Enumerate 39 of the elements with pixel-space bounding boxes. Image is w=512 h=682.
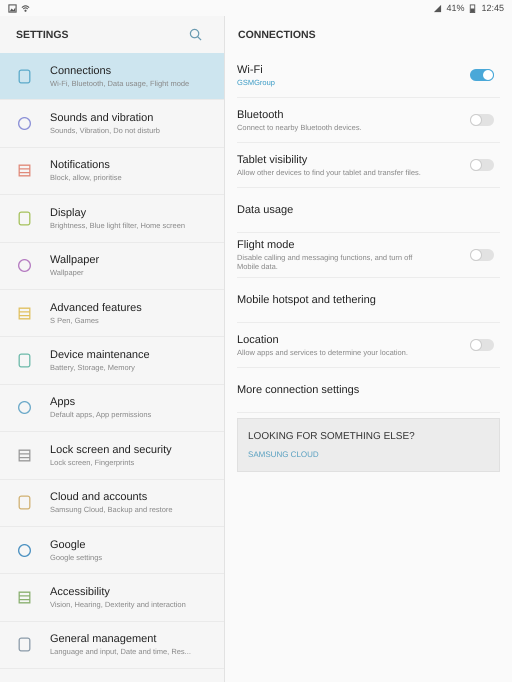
menu-item-title: Google [50,538,86,551]
row-title: Data usage [237,204,294,216]
card-title: LOOKING FOR SOMETHING ELSE? [248,431,416,442]
menu-item-title: Accessibility [50,586,111,598]
menu-item-title: Display [50,206,88,219]
settings-row[interactable]: More connection settings [237,368,500,413]
clock: 12:45 [481,3,504,13]
menu-item-title: Advanced features [50,302,142,314]
search-icon[interactable] [189,28,202,41]
row-title: More connection settings [237,384,360,396]
signal-icon [433,4,442,12]
toggle-switch[interactable] [470,114,494,126]
row-title: Wi-Fi [237,64,264,76]
toggle-switch[interactable] [470,249,494,261]
toggle-switch[interactable] [470,159,494,171]
menu-item-title: Cloud and accounts [50,491,148,504]
row-title: Flight mode [237,239,296,251]
image-icon [8,4,17,12]
menu-item-title: Sounds and vibration [50,112,154,124]
menu-item-title: Lock screen and security [50,444,172,456]
menu-item-title: General management [50,633,158,646]
row-title: Bluetooth [237,108,284,120]
menu-item-title: Apps [50,396,76,408]
row-title: Tablet visibility [237,154,308,166]
menu-item-title: Wallpaper [50,254,100,266]
wifi-icon [21,4,30,12]
menu-item-title: Connections [50,64,112,77]
row-title: Location [237,334,280,346]
row-title: Mobile hotspot and tethering [237,294,377,306]
menu-item-title: Notifications [50,159,111,172]
settings-title: SETTINGS [16,28,69,40]
settings-row[interactable]: Data usage [237,188,500,233]
toggle-switch[interactable] [470,69,494,81]
battery-icon [468,4,478,12]
battery-percentage: 41% [446,3,464,13]
menu-item-title: Device maintenance [50,349,150,362]
toggle-switch[interactable] [470,339,494,351]
settings-row[interactable]: Mobile hotspot and tethering [237,278,500,323]
connections-title: CONNECTIONS [238,28,316,40]
